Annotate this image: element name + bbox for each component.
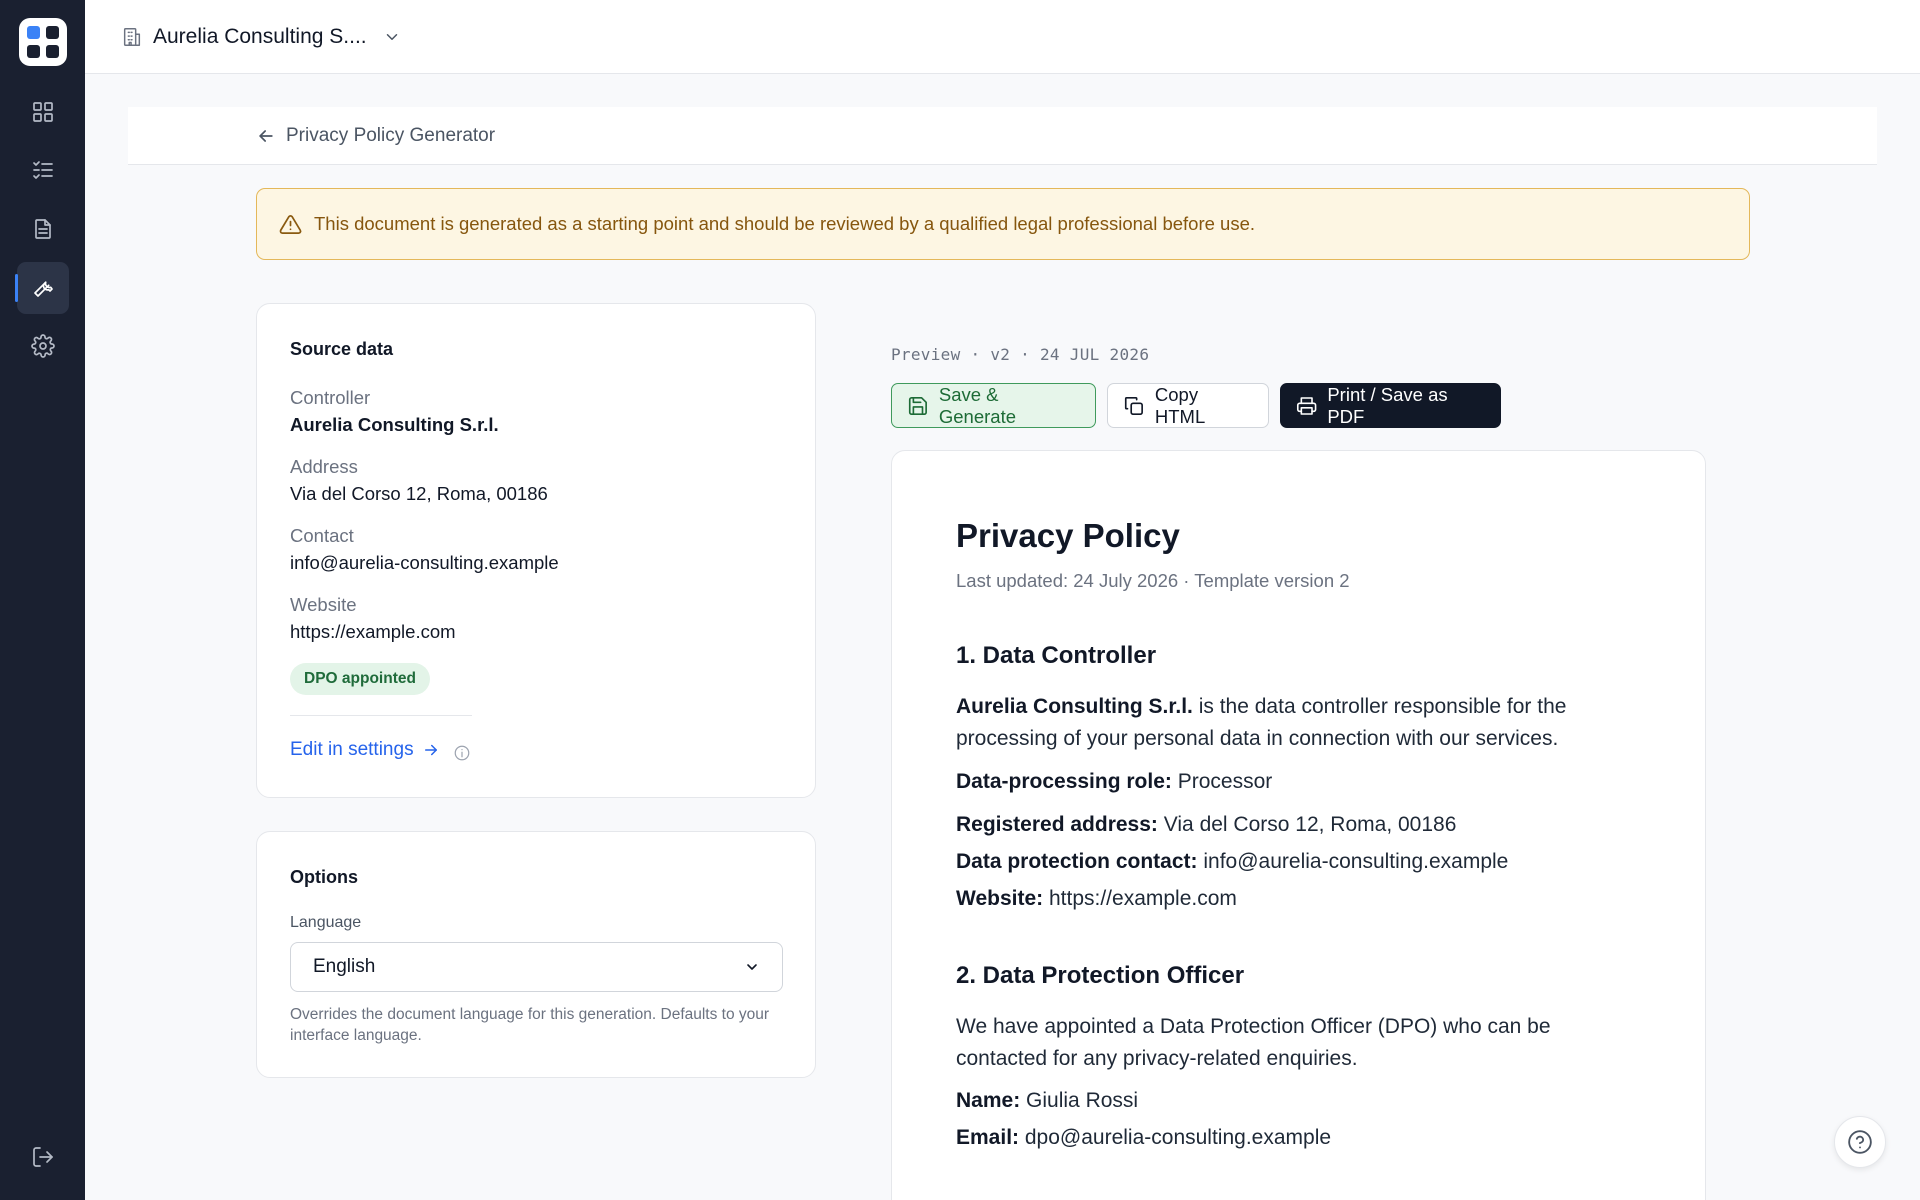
doc-controller-name: Aurelia Consulting S.r.l. xyxy=(956,695,1193,718)
document-icon xyxy=(35,219,51,239)
doc-email-label: Email: xyxy=(956,1126,1020,1149)
doc-dpo-name-line: Name: Giulia Rossi xyxy=(956,1089,1138,1113)
doc-address-label: Registered address: xyxy=(956,813,1158,836)
doc-address-line: Registered address: Via del Corso 12, Ro… xyxy=(956,813,1456,837)
logo-square xyxy=(46,26,59,39)
address-value: Via del Corso 12, Roma, 00186 xyxy=(290,483,548,504)
doc-section-2-paragraph: We have appointed a Data Protection Offi… xyxy=(956,1015,1551,1070)
nav-documents[interactable] xyxy=(17,203,69,255)
doc-section-2-heading: 2. Data Protection Officer xyxy=(956,962,1245,989)
nav-checklist[interactable] xyxy=(17,144,69,196)
logo-square xyxy=(27,26,40,39)
org-name: Aurelia Consulting S.... xyxy=(153,25,367,48)
building-icon xyxy=(123,28,141,46)
logo-square xyxy=(46,45,59,58)
nav-settings[interactable] xyxy=(17,320,69,372)
controller-label: Controller xyxy=(290,387,371,408)
sidebar xyxy=(0,0,85,1200)
arrow-left-icon xyxy=(259,130,273,142)
breadcrumb-title: Privacy Policy Generator xyxy=(286,125,496,146)
doc-section-1-paragraph: Aurelia Consulting S.r.l. is the data co… xyxy=(956,691,1636,755)
breadcrumb-bar: Privacy Policy Generator xyxy=(128,107,1877,165)
doc-dpo-email-line: Email: dpo@aurelia-consulting.example xyxy=(956,1126,1331,1150)
options-title: Options xyxy=(290,867,358,887)
nav-tools[interactable] xyxy=(15,262,69,314)
checklist-icon xyxy=(33,161,53,179)
language-label: Language xyxy=(290,914,362,931)
copy-icon xyxy=(1124,396,1143,415)
doc-title: Privacy Policy xyxy=(956,517,1180,554)
chevron-down-icon xyxy=(747,964,757,970)
copy-html-label: Copy HTML xyxy=(1154,383,1206,427)
contact-label: Contact xyxy=(290,525,354,546)
print-pdf-button[interactable]: Print / Save as PDF xyxy=(1280,383,1501,428)
doc-section-1-heading: 1. Data Controller xyxy=(956,642,1157,669)
doc-address-value: Via del Corso 12, Roma, 00186 xyxy=(1163,813,1457,836)
logo-square xyxy=(27,45,40,58)
doc-role-label: Data-processing role: xyxy=(956,770,1172,793)
arrow-right-icon xyxy=(424,744,437,756)
gear-icon xyxy=(31,334,55,358)
printer-icon xyxy=(1296,396,1317,415)
org-switcher[interactable]: Aurelia Consulting S.... xyxy=(121,20,401,54)
language-selected-value: English xyxy=(313,956,376,977)
doc-email-value: dpo@aurelia-consulting.example xyxy=(1024,1126,1332,1149)
warning-icon xyxy=(279,214,302,234)
preview-meta: Preview · v2 · 24 JUL 2026 xyxy=(891,345,1150,364)
website-value: https://example.com xyxy=(290,621,456,642)
source-data-title: Source data xyxy=(290,339,394,359)
edit-link-label: Edit in settings xyxy=(290,739,414,760)
doc-website-value: https://example.com xyxy=(1048,887,1237,910)
doc-website-line: Website: https://example.com xyxy=(956,887,1237,911)
source-data-card: Source data Controller Aurelia Consultin… xyxy=(256,303,816,798)
doc-subtitle: Last updated: 24 July 2026 · Template ve… xyxy=(956,570,1350,591)
save-icon xyxy=(908,396,927,415)
info-icon[interactable] xyxy=(453,744,471,762)
chevron-down-icon xyxy=(386,34,397,40)
edit-in-settings-link[interactable]: Edit in settings xyxy=(290,739,440,761)
document-preview: Privacy Policy Last updated: 24 July 202… xyxy=(891,450,1706,1200)
doc-name-label: Name: xyxy=(956,1089,1021,1112)
save-generate-button[interactable]: Save & Generate xyxy=(891,383,1096,428)
help-icon xyxy=(1848,1130,1872,1154)
save-generate-label: Save & Generate xyxy=(938,383,1017,427)
doc-role-value: Processor xyxy=(1177,770,1273,793)
contact-value: info@aurelia-consulting.example xyxy=(290,552,559,573)
dashboard-icon xyxy=(33,102,53,122)
help-button[interactable] xyxy=(1834,1116,1886,1168)
doc-contact-value: info@aurelia-consulting.example xyxy=(1203,850,1509,873)
address-label: Address xyxy=(290,456,358,477)
divider xyxy=(290,715,472,716)
legal-warning-banner: This document is generated as a starting… xyxy=(256,188,1750,260)
logout-button[interactable] xyxy=(17,1131,69,1183)
doc-name-value: Giulia Rossi xyxy=(1026,1089,1139,1112)
warning-text: This document is generated as a starting… xyxy=(314,213,1256,234)
doc-role-line: Data-processing role: Processor xyxy=(956,770,1272,794)
doc-contact-label: Data protection contact: xyxy=(956,850,1198,873)
nav-dashboard[interactable] xyxy=(17,86,69,138)
website-label: Website xyxy=(290,594,357,615)
topbar: Aurelia Consulting S.... xyxy=(85,0,1920,74)
dpo-status-badge: DPO appointed xyxy=(290,663,430,695)
wrench-icon xyxy=(34,281,53,297)
language-help-text: Overrides the document language for this… xyxy=(290,1006,770,1044)
doc-website-label: Website: xyxy=(956,887,1044,910)
back-link[interactable]: Privacy Policy Generator xyxy=(256,125,495,147)
doc-contact-line: Data protection contact: info@aurelia-co… xyxy=(956,850,1508,874)
print-pdf-label: Print / Save as PDF xyxy=(1327,383,1448,427)
language-select[interactable]: English xyxy=(290,942,783,992)
options-card: Options Language English Overrides the d… xyxy=(256,831,816,1078)
copy-html-button[interactable]: Copy HTML xyxy=(1107,383,1269,428)
controller-value: Aurelia Consulting S.r.l. xyxy=(290,414,499,435)
app-logo[interactable] xyxy=(19,18,67,66)
logout-icon xyxy=(33,1147,53,1167)
